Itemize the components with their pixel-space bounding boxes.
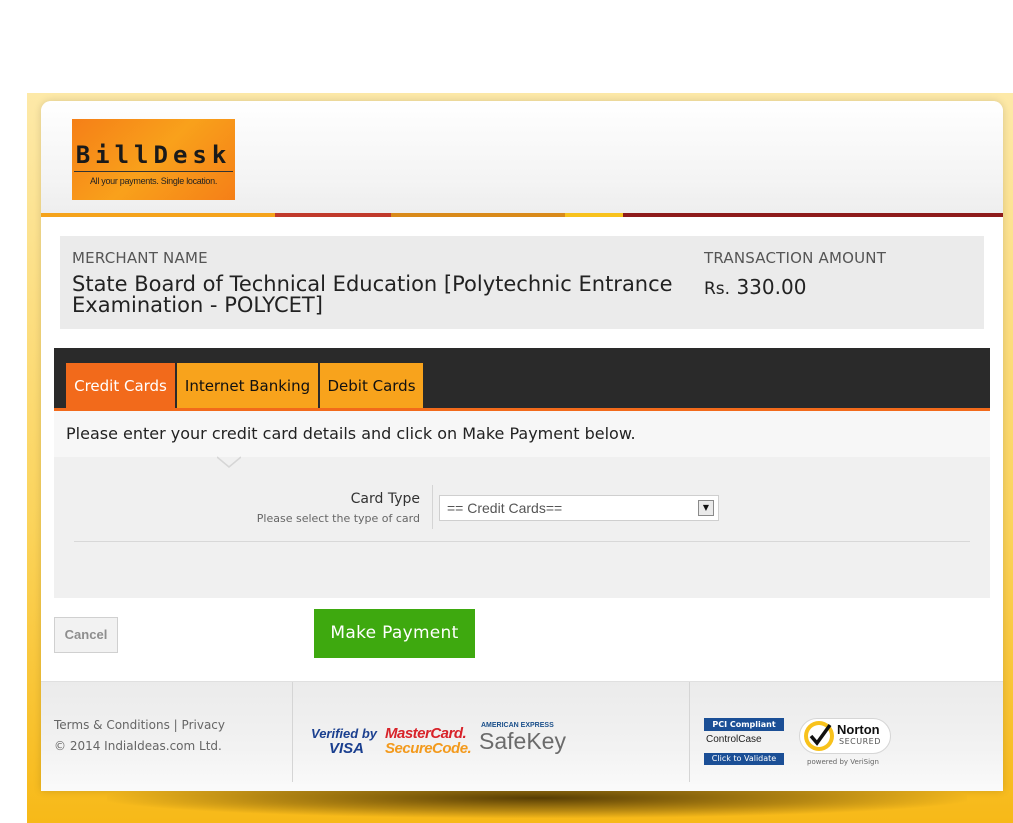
norton-check-icon	[804, 721, 834, 751]
terms-link[interactable]: Terms & Conditions	[54, 718, 170, 732]
logo-tagline: All your payments. Single location.	[89, 176, 218, 186]
footer-links: Terms & Conditions | Privacy	[54, 718, 225, 732]
verified-by-visa-badge: Verified by VISA	[311, 726, 379, 758]
merchant-panel: MERCHANT NAME State Board of Technical E…	[60, 236, 984, 329]
amex-safekey-badge: AMERICAN EXPRESS SafeKey	[479, 722, 579, 758]
pci-top-text: PCI Compliant	[704, 718, 784, 731]
card-type-label: Card Type	[350, 491, 420, 507]
credit-card-form: Please enter your credit card details an…	[54, 411, 990, 598]
norton-mid-text: SECURED	[839, 737, 881, 746]
merchant-name-label: MERCHANT NAME	[72, 249, 208, 267]
pci-compliant-badge[interactable]: PCI Compliant ControlCase Click to Valid…	[704, 718, 784, 766]
currency-symbol: Rs.	[704, 279, 731, 299]
pci-bottom-text: Click to Validate	[704, 753, 784, 765]
amex-bottom-text: SafeKey	[479, 728, 566, 754]
card-type-value: == Credit Cards==	[447, 500, 563, 516]
footer-divider-2	[689, 682, 690, 782]
norton-secured-badge[interactable]: Norton SECURED powered by VeriSign	[799, 718, 893, 768]
payment-tabs: Credit Cards Internet Banking Debit Card…	[54, 348, 990, 411]
amount-value: 330.00	[736, 275, 807, 299]
page-frame: BillDesk All your payments. Single locat…	[27, 93, 1013, 823]
header: BillDesk All your payments. Single locat…	[41, 101, 1003, 213]
privacy-link[interactable]: Privacy	[182, 718, 225, 732]
visa-bottom-text: VISA	[329, 740, 365, 757]
tab-debit-cards[interactable]: Debit Cards	[320, 363, 423, 408]
notch-icon	[217, 456, 241, 468]
tab-internet-banking[interactable]: Internet Banking	[177, 363, 318, 408]
tab-credit-cards[interactable]: Credit Cards	[66, 363, 175, 408]
footer: Terms & Conditions | Privacy © 2014 Indi…	[41, 681, 1003, 791]
pci-mid-text: ControlCase	[706, 734, 762, 745]
norton-bottom-text: powered by VeriSign	[807, 758, 879, 766]
merchant-name: State Board of Technical Education [Poly…	[72, 272, 673, 317]
card-type-hint: Please select the type of card	[256, 512, 420, 525]
billdesk-logo: BillDesk All your payments. Single locat…	[72, 119, 235, 200]
instruction-text: Please enter your credit card details an…	[66, 424, 636, 443]
dropdown-arrow-icon[interactable]: ▼	[698, 500, 714, 516]
transaction-amount-label: TRANSACTION AMOUNT	[704, 249, 887, 267]
field-divider	[432, 485, 433, 529]
visa-top-text: Verified by	[311, 726, 377, 741]
copyright: © 2014 IndiaIdeas.com Ltd.	[54, 739, 222, 753]
cancel-button[interactable]: Cancel	[54, 617, 118, 653]
logo-name: BillDesk	[75, 141, 232, 169]
norton-top-text: Norton	[837, 722, 880, 737]
mc-bottom-text: SecureCode.	[385, 740, 472, 757]
make-payment-button[interactable]: Make Payment	[314, 609, 475, 658]
mastercard-securecode-badge: MasterCard. SecureCode.	[385, 725, 472, 759]
instruction-bar: Please enter your credit card details an…	[54, 411, 990, 457]
footer-separator: |	[173, 718, 178, 732]
header-color-bar	[41, 213, 1003, 217]
logo-divider	[74, 171, 233, 172]
payment-card: BillDesk All your payments. Single locat…	[41, 101, 1003, 791]
form-divider	[74, 541, 970, 542]
footer-divider	[292, 682, 293, 782]
card-type-select[interactable]: == Credit Cards== ▼	[439, 495, 719, 521]
transaction-amount: Rs. 330.00	[704, 275, 806, 299]
